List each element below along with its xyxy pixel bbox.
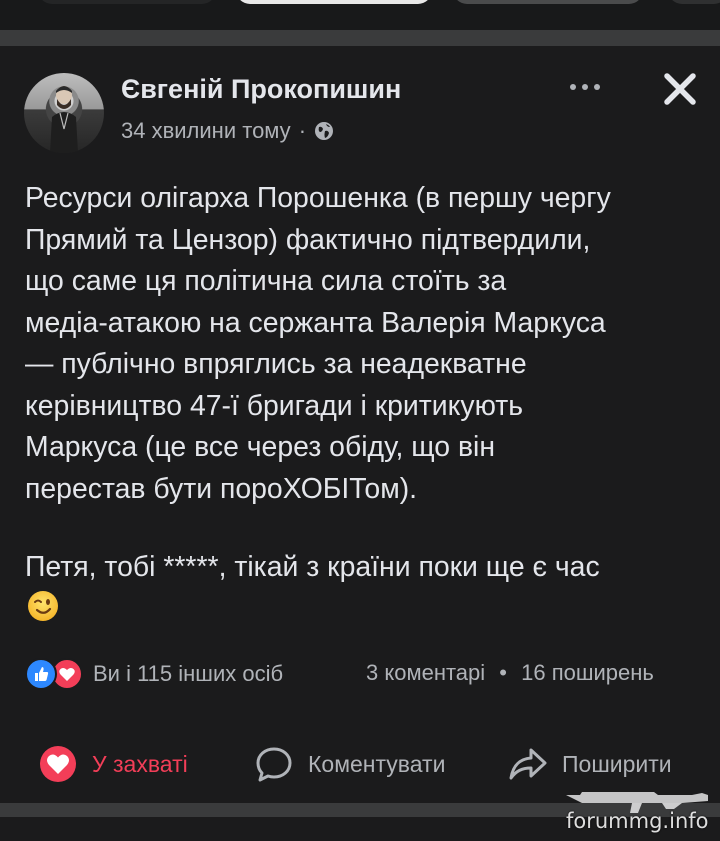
story-card[interactable] [38,0,216,4]
post-meta: 34 хвилини тому · [121,118,334,144]
story-card[interactable] [236,0,432,4]
avatar-photo [50,86,78,153]
post-body-paragraph: Петя, тобі *****, тікай з країни поки ще… [25,551,600,583]
comments-count[interactable]: 3 коментарі [366,660,485,685]
shares-count[interactable]: 16 поширень [521,660,654,685]
story-card[interactable] [453,0,643,4]
share-label: Поширити [562,750,672,777]
watermark-text: forummg.info [566,809,709,833]
feed-divider [0,30,720,46]
wink-emoji-icon [28,591,58,621]
post-time[interactable]: 34 хвилини тому [121,118,291,144]
reactions-count-text: Ви і 115 інших осіб [93,661,284,686]
engagement-counts: 3 коментарі • 16 поширень [366,660,654,686]
author-name[interactable]: Євгеній Прокопишин [121,74,401,105]
globe-icon [315,122,334,140]
share-icon [508,744,548,784]
comment-label: Коментувати [308,750,446,777]
stories-strip [0,0,720,30]
heart-icon [38,744,78,784]
counts-separator: • [499,660,507,685]
love-label: У захваті [92,750,188,777]
like-reaction-icon [25,658,57,690]
comment-icon [254,744,294,784]
avatar[interactable] [24,73,104,153]
more-options-icon[interactable] [565,72,605,102]
story-card[interactable] [668,0,720,4]
post-body-paragraph: Ресурси олігарха Порошенка (в першу черг… [25,182,611,505]
love-reaction-button[interactable]: У захваті [38,740,188,788]
reactions-summary[interactable]: Ви і 115 інших осіб [25,656,283,692]
meta-separator: · [298,118,307,143]
close-icon[interactable] [658,70,702,110]
comment-button[interactable]: Коментувати [254,740,445,788]
